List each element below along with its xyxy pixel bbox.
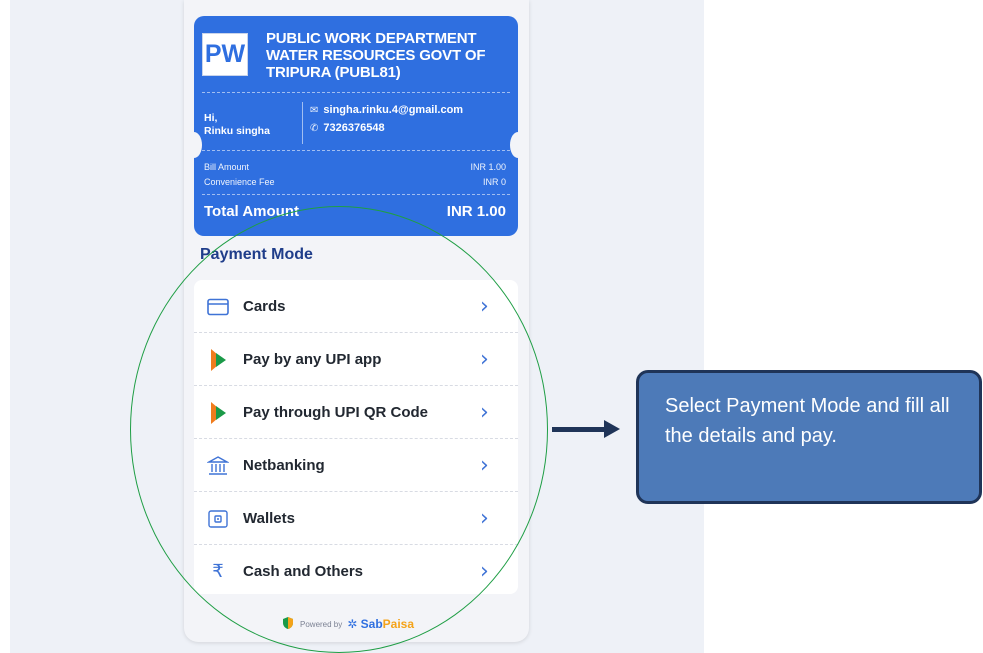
shield-icon xyxy=(281,616,295,632)
email-row: ✉ singha.rinku.4@gmail.com xyxy=(310,104,463,116)
payment-option-wallets[interactable]: Wallets › xyxy=(194,492,518,545)
chevron-right-icon: › xyxy=(480,347,489,372)
payment-option-upi-app[interactable]: Pay by any UPI app › xyxy=(194,333,518,386)
divider xyxy=(202,150,510,151)
department-logo: PW xyxy=(202,33,248,76)
payment-option-cards[interactable]: Cards › xyxy=(194,280,518,333)
instruction-text: Select Payment Mode and fill all the det… xyxy=(665,395,950,447)
upi-icon xyxy=(206,401,230,425)
upi-icon xyxy=(206,348,230,372)
chevron-right-icon: › xyxy=(480,506,489,531)
user-name: Rinku singha xyxy=(204,125,270,137)
chevron-right-icon: › xyxy=(480,453,489,478)
chevron-right-icon: › xyxy=(480,294,489,319)
bank-icon xyxy=(206,454,230,478)
phone-row: ✆ 7326376548 xyxy=(310,122,385,134)
card-icon xyxy=(206,295,230,319)
wallet-icon xyxy=(206,507,230,531)
divider xyxy=(202,92,510,93)
powered-by-footer: Powered by ✲ SabPaisa xyxy=(281,616,414,632)
divider xyxy=(202,194,510,195)
payment-option-netbanking[interactable]: Netbanking › xyxy=(194,439,518,492)
bill-summary-card: PW PUBLIC WORK DEPARTMENT WATER RESOURCE… xyxy=(194,16,518,236)
chevron-right-icon: › xyxy=(480,559,489,584)
phone-icon: ✆ xyxy=(310,122,319,134)
total-amount-value: INR 1.00 xyxy=(446,203,506,220)
convenience-fee-row: Convenience Fee INR 0 xyxy=(204,177,506,187)
email-value: singha.rinku.4@gmail.com xyxy=(323,104,464,116)
department-name: PUBLIC WORK DEPARTMENT WATER RESOURCES G… xyxy=(266,30,486,81)
mail-icon: ✉ xyxy=(310,104,319,116)
payment-option-cash-others[interactable]: ₹ Cash and Others › xyxy=(194,545,518,598)
sabpaisa-logo: ✲ SabPaisa xyxy=(347,617,415,631)
payment-mode-list: Cards › Pay by any UPI app › Pay through… xyxy=(194,280,518,594)
rupee-icon: ₹ xyxy=(212,561,224,582)
pointer-arrow xyxy=(552,427,606,432)
instruction-callout: Select Payment Mode and fill all the det… xyxy=(636,370,982,504)
total-amount-row: Total Amount INR 1.00 xyxy=(204,203,506,220)
chevron-right-icon: › xyxy=(480,400,489,425)
payment-mode-title: Payment Mode xyxy=(200,246,313,263)
phone-value: 7326376548 xyxy=(323,122,385,134)
bill-amount-row: Bill Amount INR 1.00 xyxy=(204,162,506,172)
arrow-head-icon xyxy=(604,420,620,438)
user-greeting: Hi, Rinku singha xyxy=(204,112,270,137)
payment-option-upi-qr[interactable]: Pay through UPI QR Code › xyxy=(194,386,518,439)
